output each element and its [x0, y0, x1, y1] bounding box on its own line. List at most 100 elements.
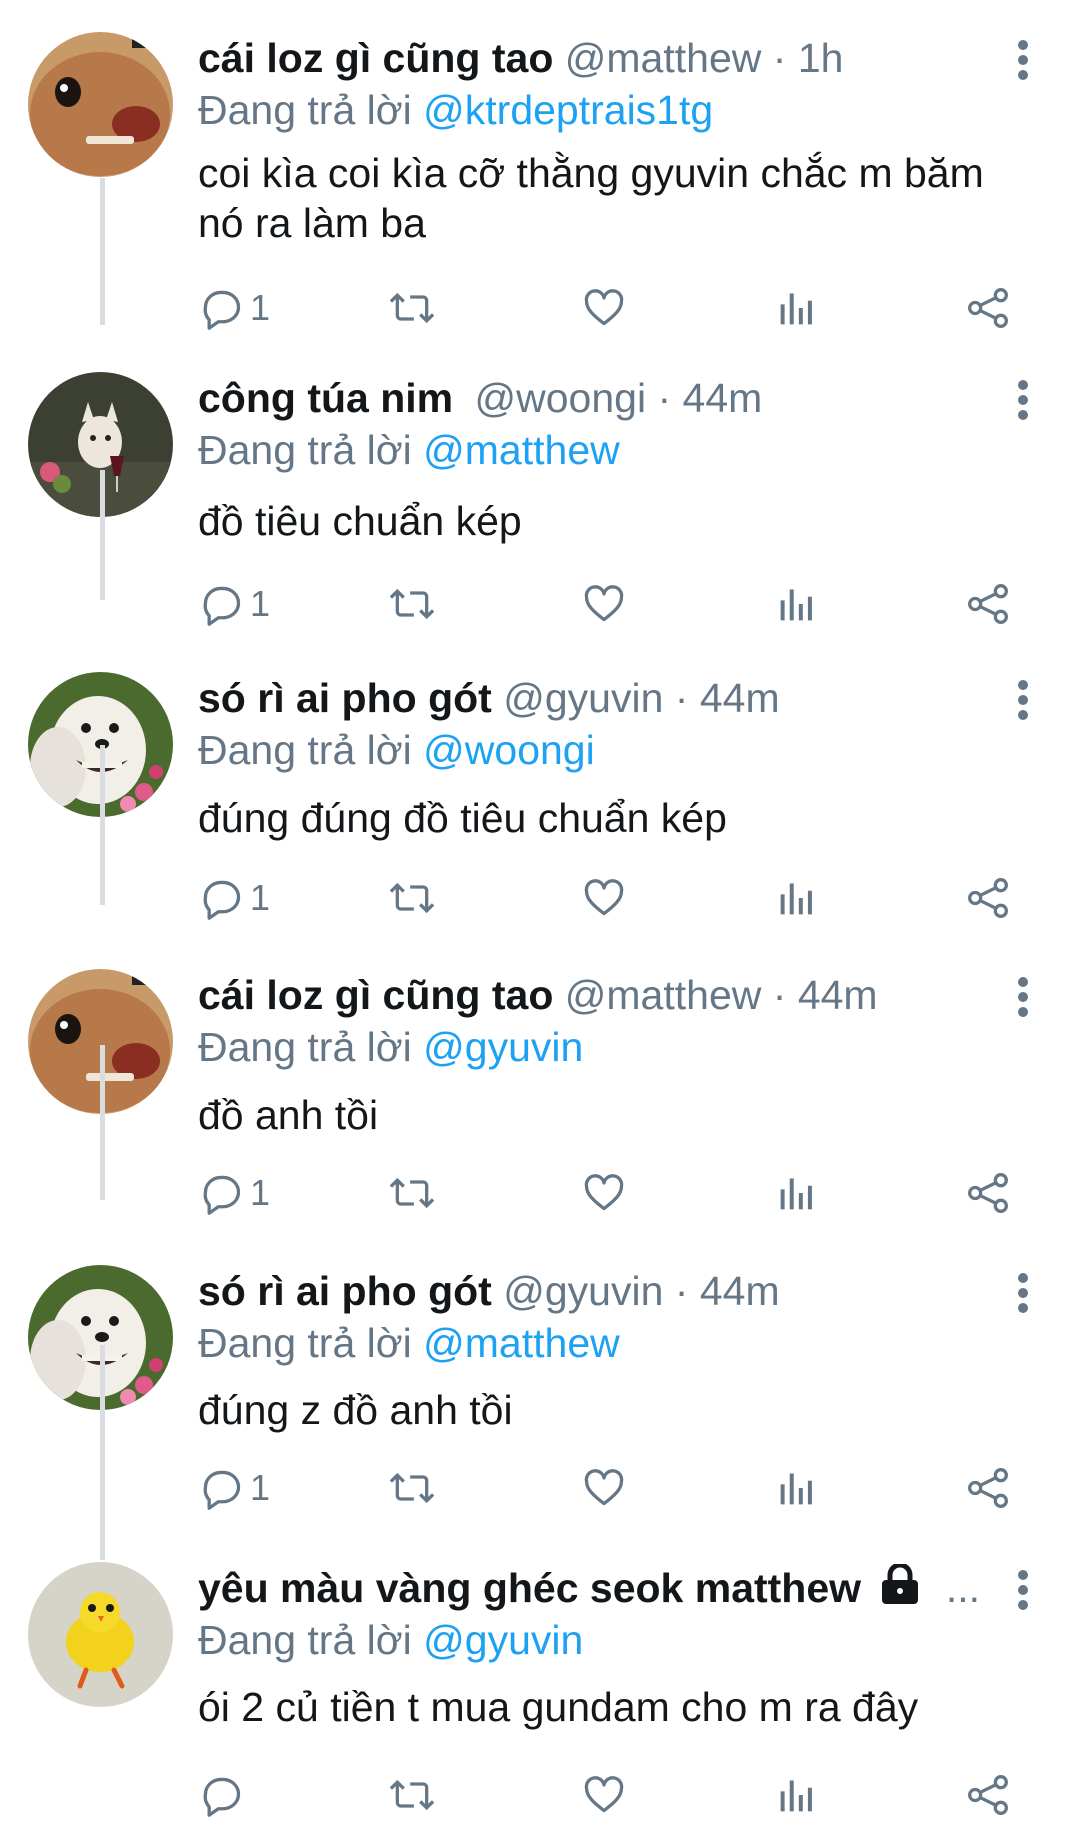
- like-icon[interactable]: [581, 868, 627, 928]
- analytics-icon[interactable]: [777, 278, 817, 338]
- lock-icon: [880, 1562, 920, 1620]
- share-icon[interactable]: [966, 574, 1010, 634]
- display-name[interactable]: cái loz gì cũng tao: [198, 972, 553, 1018]
- tweet-text: đúng đúng đồ tiêu chuẩn kép: [198, 795, 727, 841]
- share-icon[interactable]: [966, 1765, 1010, 1825]
- display-name[interactable]: cái loz gì cũng tao: [198, 35, 553, 81]
- analytics-icon[interactable]: [777, 1163, 817, 1223]
- avatar[interactable]: [28, 32, 173, 177]
- like-icon[interactable]: [581, 574, 627, 634]
- more-options-icon[interactable]: [1005, 977, 1041, 1017]
- tweet-header: só rì ai pho gót @gyuvin · 44m: [198, 670, 988, 726]
- reply-count: 1: [250, 583, 271, 624]
- replying-to: Đang trả lời @matthew: [198, 422, 620, 478]
- replying-to-label: Đang trả lời: [198, 727, 412, 773]
- replying-to-label: Đang trả lời: [198, 1617, 412, 1663]
- analytics-icon[interactable]: [777, 1458, 817, 1518]
- share-icon[interactable]: [966, 1458, 1010, 1518]
- analytics-icon[interactable]: [777, 868, 817, 928]
- separator-dot: ·: [657, 375, 672, 421]
- thread-connector: [100, 470, 105, 600]
- separator-dot: ·: [674, 675, 689, 721]
- more-options-icon[interactable]: [1005, 680, 1041, 720]
- tweet-header: cái loz gì cũng tao @matthew · 44m: [198, 967, 988, 1023]
- replying-to-handle[interactable]: @ktrdeptrais1tg: [423, 87, 713, 133]
- reply-count: 1: [250, 287, 271, 328]
- replying-to: Đang trả lời @ktrdeptrais1tg: [198, 82, 713, 138]
- retweet-icon[interactable]: [387, 1765, 437, 1825]
- timestamp[interactable]: 1h: [798, 35, 844, 81]
- replying-to-label: Đang trả lời: [198, 1320, 412, 1366]
- reply-count: 1: [250, 877, 271, 918]
- reply-count: 1: [250, 1467, 271, 1508]
- reply-icon[interactable]: 1: [200, 574, 270, 634]
- display-name[interactable]: só rì ai pho gót: [198, 675, 492, 721]
- share-icon[interactable]: [966, 278, 1010, 338]
- reply-icon[interactable]: 1: [200, 278, 270, 338]
- timestamp[interactable]: 44m: [683, 375, 763, 421]
- retweet-icon[interactable]: [387, 278, 437, 338]
- more-options-icon[interactable]: [1005, 380, 1041, 420]
- share-icon[interactable]: [966, 1163, 1010, 1223]
- replying-to: Đang trả lời @matthew: [198, 1315, 620, 1371]
- retweet-icon[interactable]: [387, 868, 437, 928]
- replying-to-handle[interactable]: @matthew: [423, 1320, 620, 1366]
- replying-to-handle[interactable]: @woongi: [423, 727, 595, 773]
- like-icon[interactable]: [581, 278, 627, 338]
- avatar[interactable]: [28, 1562, 173, 1707]
- timestamp[interactable]: 44m: [700, 1268, 780, 1314]
- replying-to-handle[interactable]: @gyuvin: [423, 1024, 583, 1070]
- user-handle[interactable]: @matthew: [565, 972, 762, 1018]
- tweet-actions: [0, 1765, 1080, 1825]
- tweet-text: đồ anh tồi: [198, 1092, 379, 1138]
- timestamp[interactable]: 44m: [700, 675, 780, 721]
- tweet-text: coi kìa coi kìa cỡ thằng gyuvin chắc m b…: [198, 150, 984, 246]
- retweet-icon[interactable]: [387, 1458, 437, 1518]
- analytics-icon[interactable]: [777, 574, 817, 634]
- user-handle[interactable]: @gyuvin: [503, 1268, 663, 1314]
- retweet-icon[interactable]: [387, 1163, 437, 1223]
- display-name[interactable]: yêu màu vàng ghéc seok matthew: [198, 1565, 861, 1611]
- replying-to: Đang trả lời @gyuvin: [198, 1612, 583, 1668]
- reply-count: 1: [250, 1172, 271, 1213]
- tweet-header: yêu màu vàng ghéc seok matthew ...: [198, 1560, 988, 1620]
- display-name[interactable]: só rì ai pho gót: [198, 1268, 492, 1314]
- replying-to: Đang trả lời @woongi: [198, 722, 595, 778]
- replying-to-handle[interactable]: @matthew: [423, 427, 620, 473]
- replying-to-handle[interactable]: @gyuvin: [423, 1617, 583, 1663]
- reply-icon[interactable]: 1: [200, 1458, 270, 1518]
- replying-to-label: Đang trả lời: [198, 87, 412, 133]
- separator-dot: ·: [772, 972, 787, 1018]
- tweet[interactable]: cái loz gì cũng tao @matthew · 1h Đang t…: [0, 0, 1080, 295]
- dog-closeup-avatar: [28, 32, 173, 177]
- more-options-icon[interactable]: [1005, 40, 1041, 80]
- share-icon[interactable]: [966, 868, 1010, 928]
- reply-thread: cái loz gì cũng tao @matthew · 1h Đang t…: [0, 0, 1080, 1834]
- user-handle[interactable]: @matthew: [565, 35, 762, 81]
- like-icon[interactable]: [581, 1765, 627, 1825]
- reply-icon[interactable]: 1: [200, 868, 270, 928]
- tweet-actions: 1: [0, 278, 1080, 338]
- more-options-icon[interactable]: [1005, 1570, 1041, 1610]
- tweet-actions: 1: [0, 574, 1080, 634]
- user-handle[interactable]: @woongi: [475, 375, 647, 421]
- timestamp[interactable]: 44m: [798, 972, 878, 1018]
- tweet-text: đúng z đồ anh tồi: [198, 1387, 513, 1433]
- analytics-icon[interactable]: [777, 1765, 817, 1825]
- tweet-header: công túa nim @woongi · 44m: [198, 370, 988, 426]
- separator-dot: ·: [674, 1268, 689, 1314]
- reply-icon[interactable]: [200, 1765, 250, 1825]
- tweet-actions: 1: [0, 1458, 1080, 1518]
- like-icon[interactable]: [581, 1458, 627, 1518]
- replying-to-label: Đang trả lời: [198, 427, 412, 473]
- like-icon[interactable]: [581, 1163, 627, 1223]
- user-handle[interactable]: @gyuvin: [503, 675, 663, 721]
- display-name[interactable]: công túa nim: [198, 375, 453, 421]
- tweet-header: cái loz gì cũng tao @matthew · 1h: [198, 30, 988, 86]
- tweet-actions: 1: [0, 868, 1080, 928]
- more-options-icon[interactable]: [1005, 1273, 1041, 1313]
- truncation-ellipsis: ...: [945, 1565, 981, 1611]
- reply-icon[interactable]: 1: [200, 1163, 270, 1223]
- retweet-icon[interactable]: [387, 574, 437, 634]
- tweet-text: đồ tiêu chuẩn kép: [198, 498, 522, 544]
